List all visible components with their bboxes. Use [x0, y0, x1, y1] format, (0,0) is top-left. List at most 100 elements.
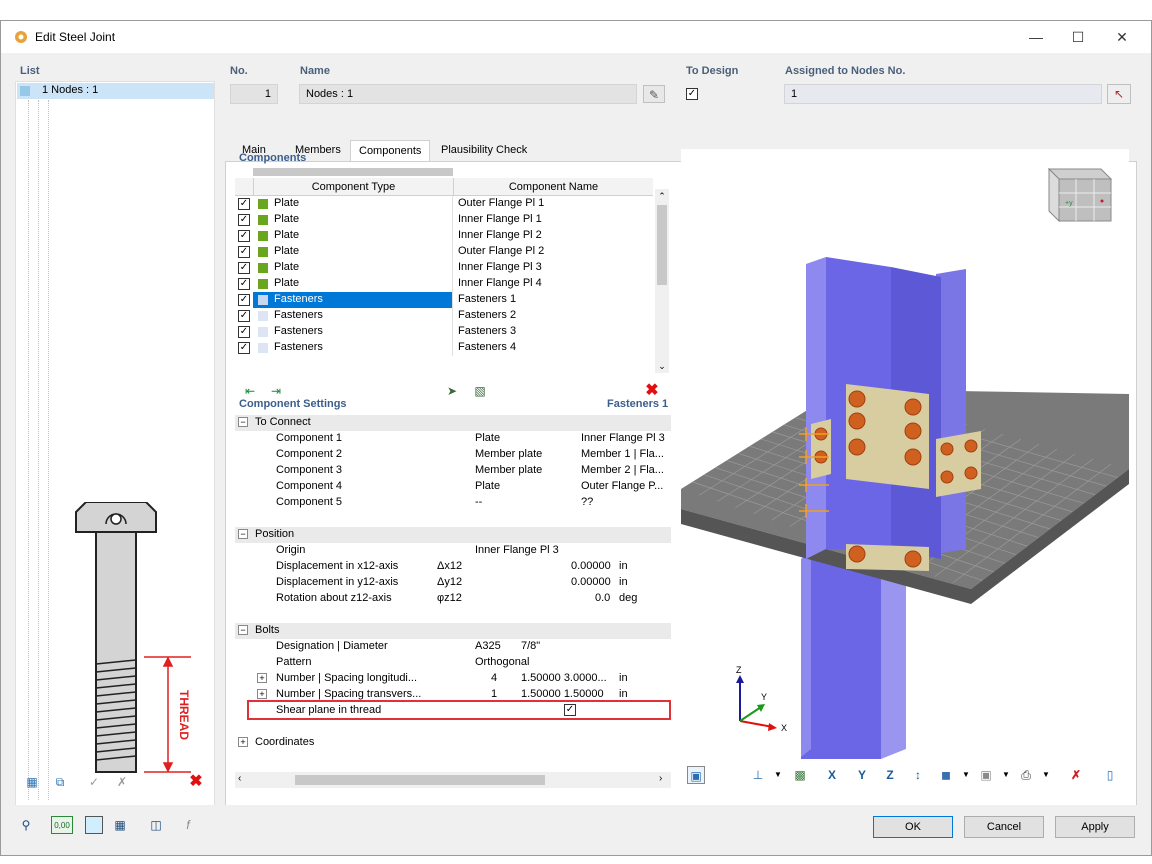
section-to-connect[interactable]: − To Connect: [235, 415, 671, 431]
designation-row[interactable]: Designation | Diameter A325 7/8": [235, 639, 671, 655]
scroll-down-icon[interactable]: ⌄: [655, 359, 669, 373]
to-connect-row[interactable]: Component 2 Member plate Member 1 | Fla...: [235, 447, 671, 463]
color-icon[interactable]: [85, 816, 103, 834]
table-row[interactable]: ✓ Fasteners Fasteners 1: [235, 292, 655, 308]
table-row[interactable]: ✓ Plate Inner Flange Pl 3: [235, 260, 655, 276]
collapse-icon[interactable]: −: [238, 625, 248, 635]
collapse-icon[interactable]: −: [238, 417, 248, 427]
display-mode-icon[interactable]: ◼: [937, 766, 955, 784]
scroll-up-icon[interactable]: ⌃: [655, 189, 669, 203]
to-design-checkbox[interactable]: ✓: [686, 88, 698, 100]
dx-row[interactable]: Displacement in x12-axis Δx12 0.00000 in: [235, 559, 671, 575]
help-icon[interactable]: ⚲: [17, 816, 35, 834]
shear-plane-checkbox[interactable]: ✓: [564, 704, 576, 716]
row-checkbox[interactable]: ✓: [238, 278, 250, 290]
table-row[interactable]: ✓ Plate Outer Flange Pl 2: [235, 244, 655, 260]
to-connect-row[interactable]: Component 1 Plate Inner Flange Pl 3: [235, 431, 671, 447]
3d-viewport[interactable]: +y Z Y X: [681, 149, 1129, 789]
view-x-icon[interactable]: X: [823, 766, 841, 784]
view-cube[interactable]: +y: [1047, 167, 1113, 223]
name-field[interactable]: Nodes : 1: [299, 84, 637, 104]
save-component-icon[interactable]: ▧: [471, 382, 489, 400]
panel-toggle-icon[interactable]: ▯: [1101, 766, 1119, 784]
edit-name-icon[interactable]: ✎: [643, 85, 665, 103]
table-row[interactable]: ✓ Plate Outer Flange Pl 1: [235, 196, 655, 212]
to-connect-row[interactable]: Component 4 Plate Outer Flange P...: [235, 479, 671, 495]
no-field[interactable]: 1: [230, 84, 278, 104]
close-button[interactable]: ✕: [1099, 21, 1145, 53]
row-checkbox[interactable]: ✓: [238, 294, 250, 306]
axes-icon[interactable]: ⊥: [749, 766, 767, 784]
copy-item-icon[interactable]: ⧉: [51, 773, 69, 791]
apply-button[interactable]: Apply: [1055, 816, 1135, 838]
section-bolts[interactable]: − Bolts: [235, 623, 671, 639]
scroll-thumb[interactable]: [295, 775, 545, 785]
row-checkbox[interactable]: ✓: [238, 262, 250, 274]
table-row[interactable]: ✓ Plate Inner Flange Pl 4: [235, 276, 655, 292]
row-unit: in: [619, 576, 628, 588]
assigned-nodes-field[interactable]: 1: [784, 84, 1102, 104]
to-connect-row[interactable]: Component 3 Member plate Member 2 | Fla...: [235, 463, 671, 479]
scroll-right-icon[interactable]: ›: [659, 773, 662, 784]
formula-icon[interactable]: f: [179, 816, 197, 834]
delete-item-icon[interactable]: ✖: [187, 773, 205, 791]
row-checkbox[interactable]: ✓: [238, 342, 250, 354]
components-scrollbar[interactable]: ⌃ ⌄: [655, 189, 669, 373]
list-item[interactable]: 1 Nodes : 1: [17, 83, 214, 99]
scroll-left-icon[interactable]: ‹: [238, 773, 241, 784]
section-position[interactable]: − Position: [235, 527, 671, 543]
collapse-icon[interactable]: −: [238, 529, 248, 539]
to-connect-row[interactable]: Component 5 --??: [235, 495, 671, 511]
render-icon[interactable]: ▩: [791, 766, 809, 784]
new-item-icon[interactable]: ▦: [23, 773, 41, 791]
axes-dropdown-icon[interactable]: ▼: [769, 766, 787, 784]
expand-icon[interactable]: +: [257, 673, 267, 683]
table-row[interactable]: ✓ Plate Inner Flange Pl 1: [235, 212, 655, 228]
check-all-icon[interactable]: ✓: [85, 773, 103, 791]
row-checkbox[interactable]: ✓: [238, 230, 250, 242]
tab-plausibility-check[interactable]: Plausibility Check: [433, 140, 535, 162]
table-row[interactable]: ✓ Fasteners Fasteners 4: [235, 340, 655, 356]
table-row[interactable]: ✓ Fasteners Fasteners 3: [235, 324, 655, 340]
tab-components[interactable]: Components: [350, 140, 431, 162]
add-component-icon[interactable]: ➤: [443, 382, 461, 400]
print-icon[interactable]: ⎙: [1017, 766, 1035, 784]
section-coordinates[interactable]: + Coordinates: [235, 735, 671, 751]
number-longitudinal-row[interactable]: + Number | Spacing longitudi... 4 1.5000…: [235, 671, 671, 687]
ok-button[interactable]: OK: [873, 816, 953, 838]
table-row[interactable]: ✓ Plate Inner Flange Pl 2: [235, 228, 655, 244]
type-swatch: [258, 231, 268, 241]
table-icon[interactable]: ▦: [111, 816, 129, 834]
row-checkbox[interactable]: ✓: [238, 310, 250, 322]
display-mode-dropdown-icon[interactable]: ▼: [957, 766, 975, 784]
row-checkbox[interactable]: ✓: [238, 214, 250, 226]
box-view-icon[interactable]: ▣: [977, 766, 995, 784]
row-label: Component 3: [276, 464, 343, 476]
cancel-button[interactable]: Cancel: [964, 816, 1044, 838]
pattern-row[interactable]: Pattern Orthogonal: [235, 655, 671, 671]
row-checkbox[interactable]: ✓: [238, 198, 250, 210]
view-iso-icon[interactable]: ↕: [909, 766, 927, 784]
expand-icon[interactable]: +: [257, 689, 267, 699]
uncheck-all-icon[interactable]: ✗: [113, 773, 131, 791]
display-icon[interactable]: ◫: [147, 816, 165, 834]
box-view-dropdown-icon[interactable]: ▼: [997, 766, 1015, 784]
view-y-icon[interactable]: Y: [853, 766, 871, 784]
row-checkbox[interactable]: ✓: [238, 326, 250, 338]
settings-hscrollbar[interactable]: ‹ ›: [235, 772, 671, 788]
maximize-button[interactable]: ☐: [1055, 21, 1101, 53]
origin-row[interactable]: Origin Inner Flange Pl 3: [235, 543, 671, 559]
print-dropdown-icon[interactable]: ▼: [1037, 766, 1055, 784]
numeric-icon[interactable]: 0,00: [51, 816, 73, 834]
table-row[interactable]: ✓ Fasteners Fasteners 2: [235, 308, 655, 324]
scroll-thumb[interactable]: [657, 205, 667, 285]
rz-row[interactable]: Rotation about z12-axis φz12 0.0 deg: [235, 591, 671, 607]
view-settings-icon[interactable]: ▣: [687, 766, 705, 784]
row-checkbox[interactable]: ✓: [238, 246, 250, 258]
expand-icon[interactable]: +: [238, 737, 248, 747]
view-z-icon[interactable]: Z: [881, 766, 899, 784]
dy-row[interactable]: Displacement in y12-axis Δy12 0.00000 in: [235, 575, 671, 591]
reset-view-icon[interactable]: ✗: [1067, 766, 1085, 784]
minimize-button[interactable]: —: [1013, 21, 1059, 53]
select-nodes-icon[interactable]: ↖: [1107, 84, 1131, 104]
